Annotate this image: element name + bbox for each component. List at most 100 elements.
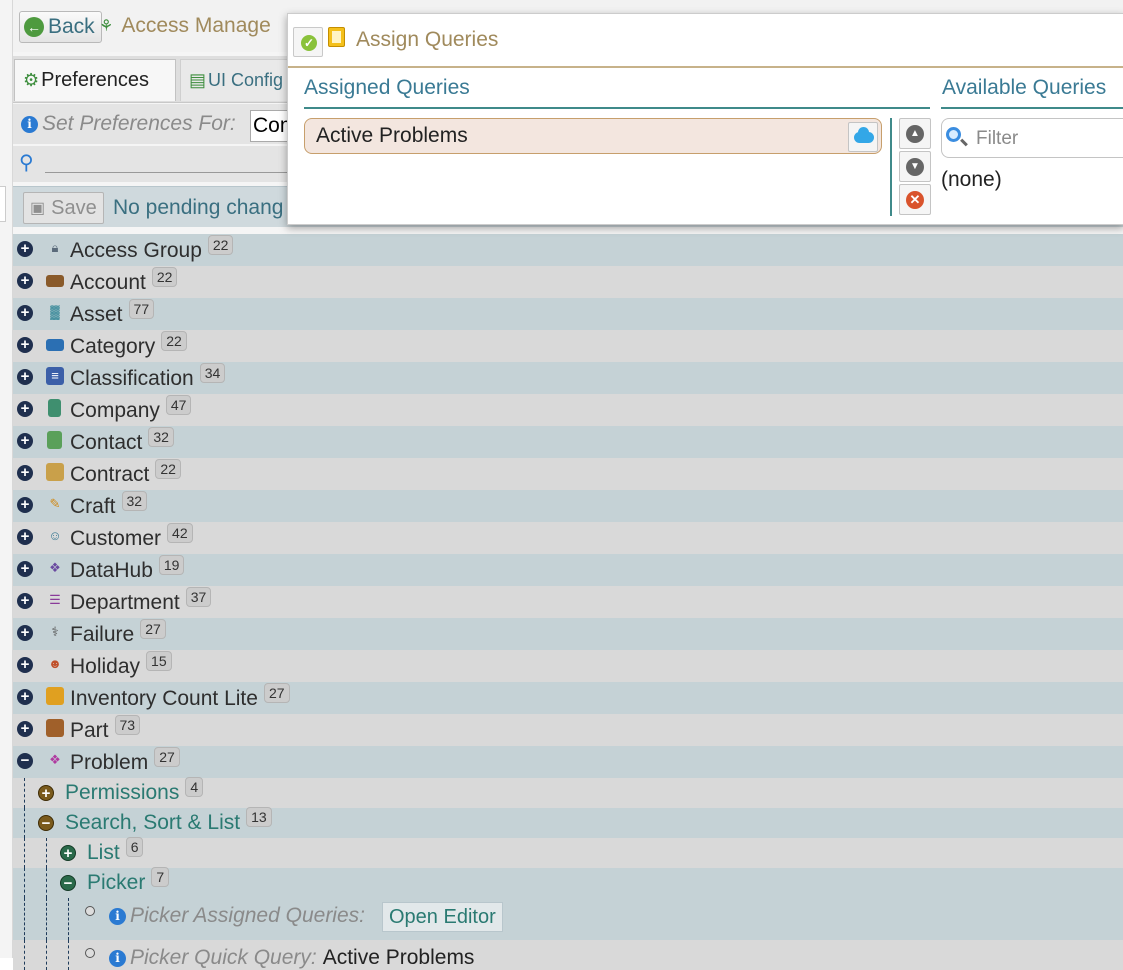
filter-input[interactable] [974, 125, 1123, 153]
count-badge: 42 [167, 523, 193, 543]
box-icon [46, 719, 64, 737]
move-up-button[interactable]: ▲ [899, 118, 931, 149]
count-badge: 19 [158, 555, 185, 575]
tree-row-permissions[interactable]: + Permissions 4 [13, 777, 1123, 808]
customer-icon: ☺ [48, 528, 62, 543]
tree-guide-line [24, 778, 25, 808]
expand-icon[interactable]: + [17, 561, 33, 577]
picker-quick-query-value[interactable]: Active Problems [323, 946, 475, 970]
tab-ui-config-label: UI Config [208, 70, 284, 90]
count-badge: 6 [125, 837, 144, 857]
info-icon: i [109, 949, 126, 967]
filter-field[interactable] [941, 118, 1123, 158]
expand-icon[interactable]: + [17, 689, 33, 705]
back-button[interactable]: ← Back [19, 11, 102, 43]
tree-row-asset[interactable]: + ▓ Asset 77 [13, 298, 1123, 330]
count-badge: 37 [185, 587, 212, 607]
tree-row-picker[interactable]: − Picker 7 [13, 867, 1123, 898]
puzzle-icon: ❖ [49, 752, 61, 767]
expand-icon[interactable]: + [17, 497, 33, 513]
count-badge: 32 [148, 427, 174, 447]
ok-button[interactable]: ✓ [293, 27, 323, 57]
picker-quick-query-label: i Picker Quick Query: Active Problems [109, 946, 474, 970]
access-manager-icon: ⚘ [99, 18, 114, 35]
count-badge: 15 [146, 651, 172, 671]
expand-icon[interactable]: + [17, 305, 33, 321]
move-down-button[interactable]: ▼ [899, 151, 931, 182]
expand-icon[interactable]: + [17, 465, 33, 481]
count-badge: 34 [199, 363, 226, 383]
tree-row-label: Account 22 [70, 267, 178, 295]
tree-row-label: Inventory Count Lite 27 [70, 683, 290, 711]
tree-row-label: Contact 32 [70, 427, 174, 455]
collapse-icon[interactable]: − [38, 815, 54, 831]
expand-icon[interactable]: + [17, 369, 33, 385]
tree-row-classification[interactable]: + ≡ Classification 34 [13, 362, 1123, 394]
tree-guide-line [24, 838, 25, 868]
list-separator [890, 118, 892, 216]
tree-row-craft[interactable]: + ✎ Craft 32 [13, 490, 1123, 522]
save-button[interactable]: ▣ Save [23, 192, 104, 224]
tree-row-customer[interactable]: + ☺ Customer 42 [13, 522, 1123, 554]
tree-row-contact[interactable]: + Contact 32 [13, 426, 1123, 458]
count-badge: 22 [207, 235, 234, 255]
expand-icon[interactable]: + [17, 625, 33, 641]
available-heading-underline [941, 107, 1123, 109]
tree-row-list[interactable]: + List 6 [13, 837, 1123, 868]
setting-row-picker-quick-query: i Picker Quick Query: Active Problems [13, 940, 1123, 970]
tree-guide-line [68, 898, 69, 940]
tree-guide-line [46, 868, 47, 898]
assigned-query-item[interactable]: Active Problems [304, 118, 882, 154]
tree-guide-line [46, 838, 47, 868]
holiday-icon: ☻ [48, 656, 62, 671]
expand-icon[interactable]: + [17, 401, 33, 417]
tree-row-department[interactable]: + ☰ Department 37 [13, 586, 1123, 618]
tree-guide-line [24, 808, 25, 838]
tree-row-account[interactable]: + Account 22 [13, 266, 1123, 298]
building-icon [48, 399, 61, 417]
tree-row-holiday[interactable]: + ☻ Holiday 15 [13, 650, 1123, 682]
quick-query-toggle[interactable] [848, 122, 878, 152]
dialog-header: ✓ Assign Queries [288, 14, 1123, 68]
tree-row-access-group[interactable]: + 🔒︎ Access Group 22 [13, 234, 1123, 266]
expand-icon[interactable]: + [17, 433, 33, 449]
count-badge: 22 [151, 267, 178, 287]
expand-icon[interactable]: + [17, 337, 33, 353]
expand-icon[interactable]: + [17, 721, 33, 737]
expand-icon[interactable]: + [17, 273, 33, 289]
open-editor-button[interactable]: Open Editor [382, 902, 503, 932]
collapse-icon[interactable]: − [17, 753, 33, 769]
tree-row-datahub[interactable]: + ❖ DataHub 19 [13, 554, 1123, 586]
tree-row-contract[interactable]: + Contract 22 [13, 458, 1123, 490]
tree-search-input[interactable] [45, 172, 305, 173]
preferences-tree: + 🔒︎ Access Group 22 + Account 22 + ▓ Asse… [13, 234, 1123, 970]
tree-row-category[interactable]: + Category 22 [13, 330, 1123, 362]
tree-row-label: Craft 32 [70, 491, 148, 519]
scroll-icon [46, 463, 64, 481]
tree-row-label: Contract 22 [70, 459, 181, 487]
tab-preferences[interactable]: ⚙ Preferences [14, 59, 176, 101]
tree-row-inventory-count-lite[interactable]: + Inventory Count Lite 27 [13, 682, 1123, 714]
expand-icon[interactable]: + [17, 529, 33, 545]
expand-icon[interactable]: + [60, 845, 76, 861]
available-queries-heading: Available Queries [942, 76, 1107, 99]
expand-icon[interactable]: + [17, 657, 33, 673]
tab-preferences-label: Preferences [41, 69, 149, 91]
tree-row-search-sort-list[interactable]: − Search, Sort & List 13 [13, 807, 1123, 838]
expand-icon[interactable]: + [17, 593, 33, 609]
tree-row-problem[interactable]: − ❖ Problem 27 [13, 746, 1123, 778]
expand-icon[interactable]: + [17, 241, 33, 257]
leaf-bullet-icon [85, 906, 95, 916]
tree-row-part[interactable]: + Part 73 [13, 714, 1123, 746]
remove-button[interactable]: ✕ [899, 184, 931, 215]
cloud-icon [854, 127, 874, 143]
expand-icon[interactable]: + [38, 785, 54, 801]
info-icon: i [21, 115, 38, 133]
tree-row-company[interactable]: + Company 47 [13, 394, 1123, 426]
collapse-icon[interactable]: − [60, 875, 76, 891]
access-group-icon: 🔒︎ [51, 240, 59, 255]
set-preferences-text: Set Preferences For: [42, 112, 236, 135]
assigned-queries-heading: Assigned Queries [304, 76, 470, 99]
tree-row-failure[interactable]: + ⚕ Failure 27 [13, 618, 1123, 650]
picker-assigned-queries-label: i Picker Assigned Queries: [109, 904, 365, 928]
